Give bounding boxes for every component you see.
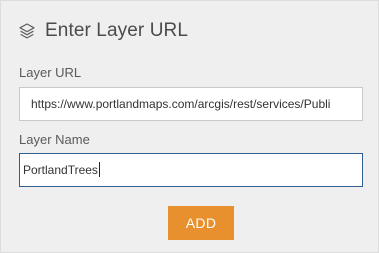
layer-name-value: PortlandTrees xyxy=(23,163,98,177)
add-button[interactable]: ADD xyxy=(168,206,234,240)
text-caret xyxy=(98,162,100,178)
layer-url-value: https://www.portlandmaps.com/arcgis/rest… xyxy=(31,97,331,111)
layers-icon xyxy=(18,22,36,40)
layer-url-input[interactable]: https://www.portlandmaps.com/arcgis/rest… xyxy=(19,87,363,121)
layer-name-input[interactable]: PortlandTrees xyxy=(19,153,363,187)
panel-header: Enter Layer URL xyxy=(18,19,188,43)
panel-title: Enter Layer URL xyxy=(45,20,189,41)
layer-url-label: Layer URL xyxy=(19,65,82,80)
layer-name-label: Layer Name xyxy=(19,132,90,147)
enter-layer-url-panel: Enter Layer URL Layer URL https://www.po… xyxy=(0,0,379,253)
